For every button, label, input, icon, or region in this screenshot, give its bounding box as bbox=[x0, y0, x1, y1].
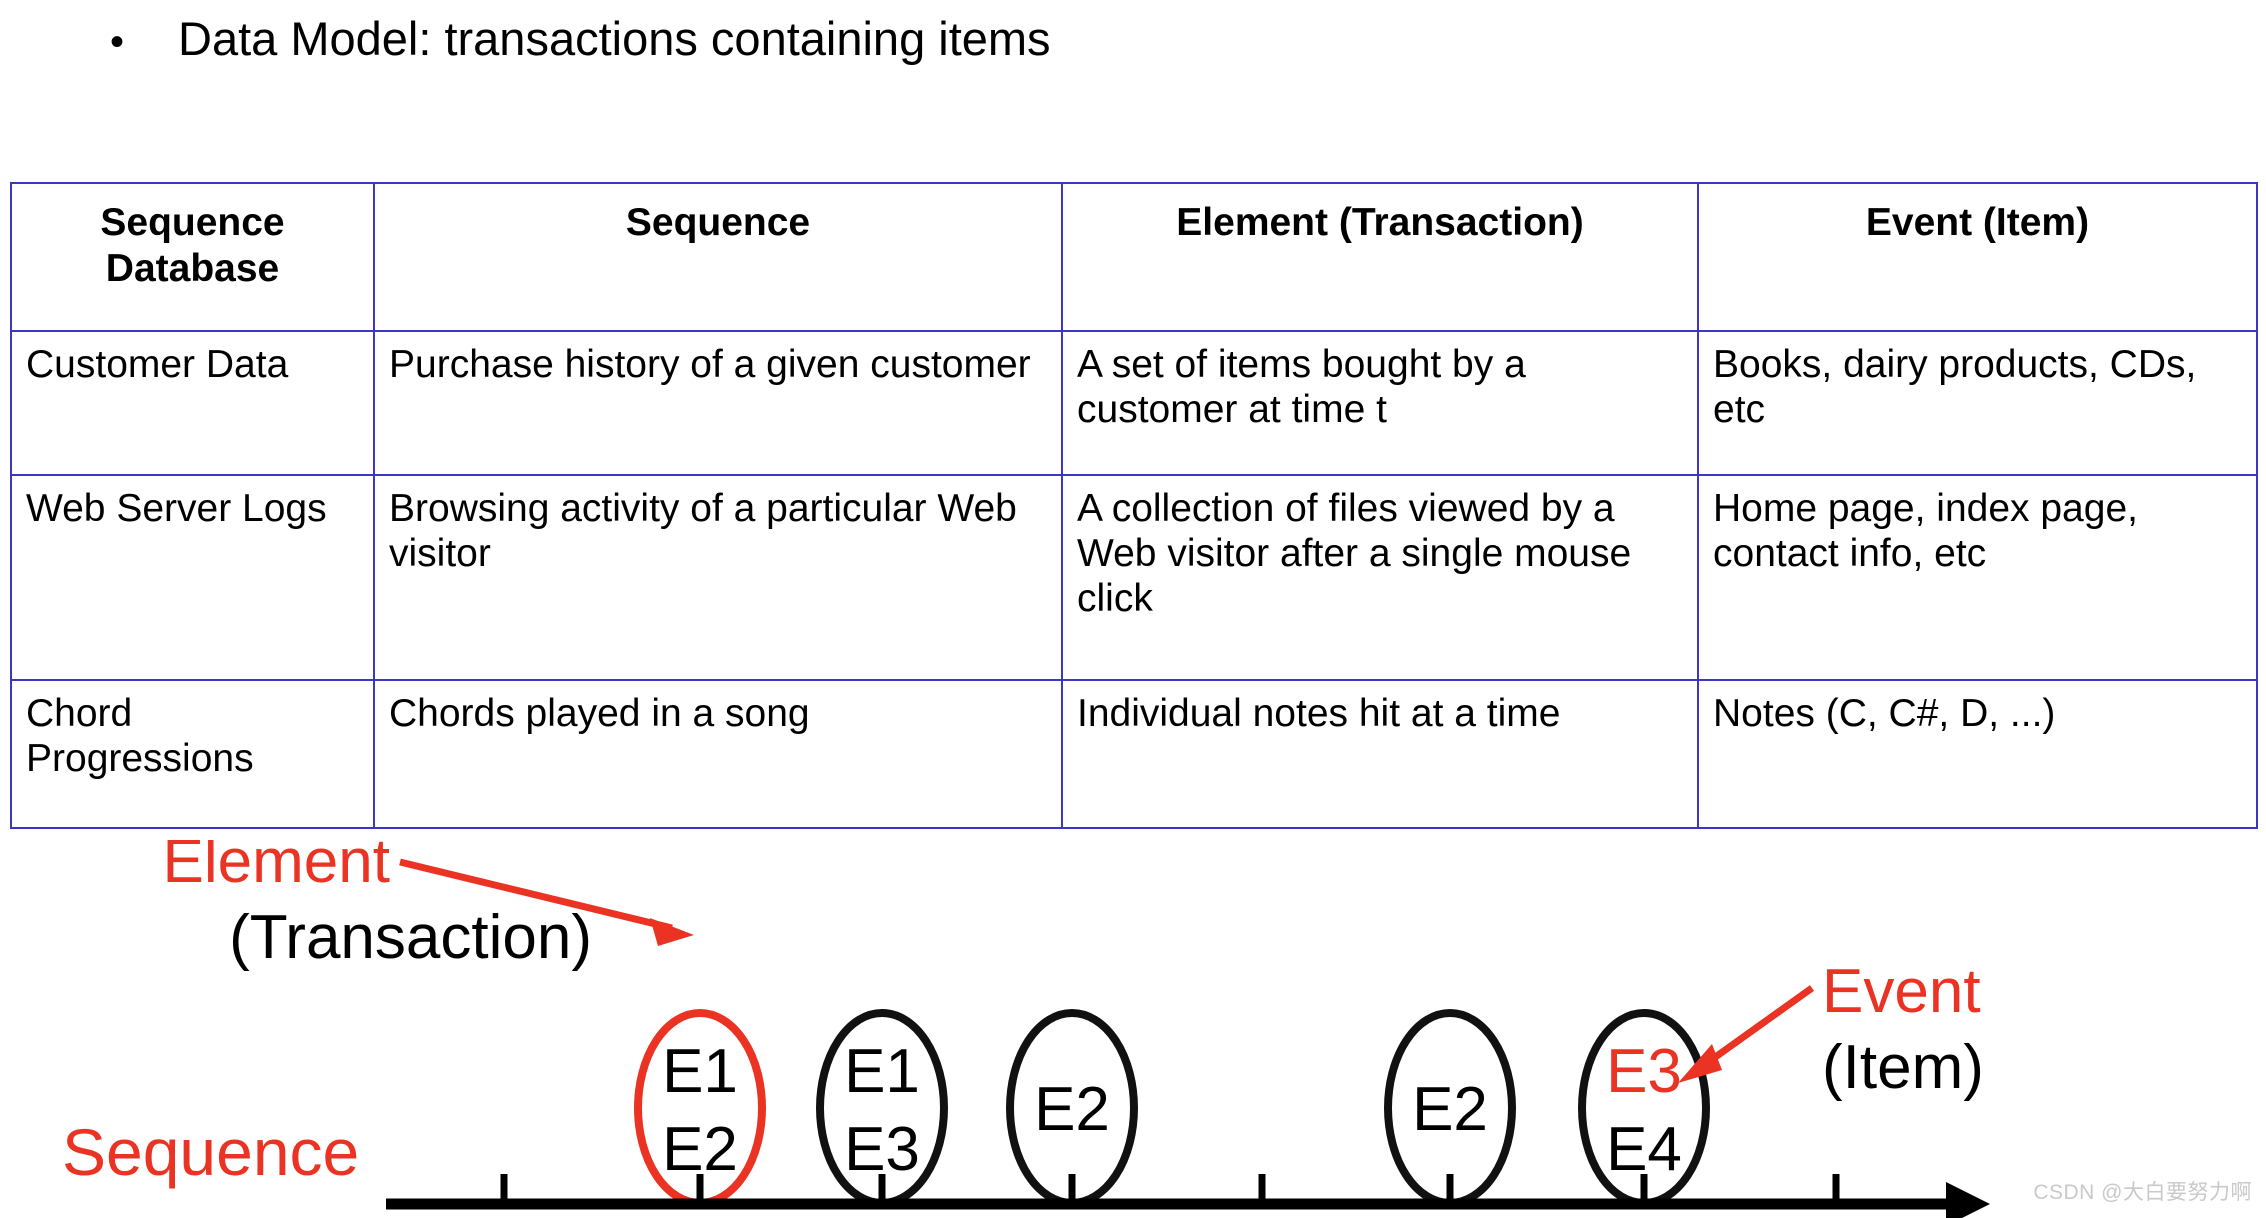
slide-canvas: • Data Model: transactions containing it… bbox=[0, 0, 2266, 1218]
cell-database: Web Server Logs bbox=[10, 474, 375, 681]
column-header-sequence-database: Sequence Database bbox=[10, 182, 375, 332]
bullet-icon: • bbox=[110, 20, 125, 64]
table-row: Customer Data Purchase history of a give… bbox=[10, 330, 2258, 476]
ellipse-5-item-1: E3 bbox=[1606, 1037, 1682, 1106]
cell-sequence: Purchase history of a given customer bbox=[373, 330, 1063, 476]
table-row: Web Server Logs Browsing activity of a p… bbox=[10, 474, 2258, 681]
cell-database: Customer Data bbox=[10, 330, 375, 476]
cell-element: A collection of files viewed by a Web vi… bbox=[1061, 474, 1699, 681]
column-header-event: Event (Item) bbox=[1697, 182, 2258, 332]
sequence-database-table: Sequence Database Sequence Element (Tran… bbox=[10, 182, 2258, 829]
cell-sequence: Browsing activity of a particular Web vi… bbox=[373, 474, 1063, 681]
element-label-highlight: Element bbox=[163, 840, 390, 896]
ellipse-4-item-1: E2 bbox=[1412, 1075, 1488, 1144]
event-arrow-icon bbox=[1678, 985, 1815, 1083]
cell-element: Individual notes hit at a time bbox=[1061, 679, 1699, 829]
cell-event: Notes (C, C#, D, ...) bbox=[1697, 679, 2258, 829]
ellipse-2-item-1: E1 bbox=[844, 1037, 920, 1106]
cell-event: Books, dairy products, CDs, etc bbox=[1697, 330, 2258, 476]
cell-event: Home page, index page, contact info, etc bbox=[1697, 474, 2258, 681]
slide-title-row: • Data Model: transactions containing it… bbox=[110, 12, 1610, 66]
page-title: Data Model: transactions containing item… bbox=[178, 12, 1051, 65]
ellipse-1-item-1: E1 bbox=[662, 1037, 738, 1106]
cell-database: Chord Progressions bbox=[10, 679, 375, 829]
timeline-axis bbox=[386, 1174, 1990, 1218]
ellipse-2-item-2: E3 bbox=[844, 1115, 920, 1184]
table-body: Customer Data Purchase history of a give… bbox=[10, 330, 2258, 829]
ellipse-5-item-2: E4 bbox=[1606, 1115, 1682, 1184]
ellipse-3-item-1: E2 bbox=[1034, 1075, 1110, 1144]
table-header-row: Sequence Database Sequence Element (Tran… bbox=[10, 182, 2258, 332]
ellipse-1-item-2: E2 bbox=[662, 1115, 738, 1184]
column-header-sequence: Sequence bbox=[373, 182, 1063, 332]
element-label-sub: (Transaction) bbox=[229, 903, 592, 972]
cell-element: A set of items bought by a customer at t… bbox=[1061, 330, 1699, 476]
sequence-label: Sequence bbox=[62, 1115, 359, 1189]
watermark: CSDN @大白要努力啊 bbox=[2033, 1181, 2252, 1204]
event-label-sub: (Item) bbox=[1822, 1033, 1984, 1102]
cell-sequence: Chords played in a song bbox=[373, 679, 1063, 829]
table-row: Chord Progressions Chords played in a so… bbox=[10, 679, 2258, 829]
column-header-element: Element (Transaction) bbox=[1061, 182, 1699, 332]
table-header: Sequence Database Sequence Element (Tran… bbox=[10, 182, 2258, 332]
event-label-highlight: Event bbox=[1822, 957, 1981, 1026]
sequence-timeline-diagram: Element (Transaction) E1 E2 E1 E3 E2 E2 … bbox=[0, 840, 2266, 1218]
